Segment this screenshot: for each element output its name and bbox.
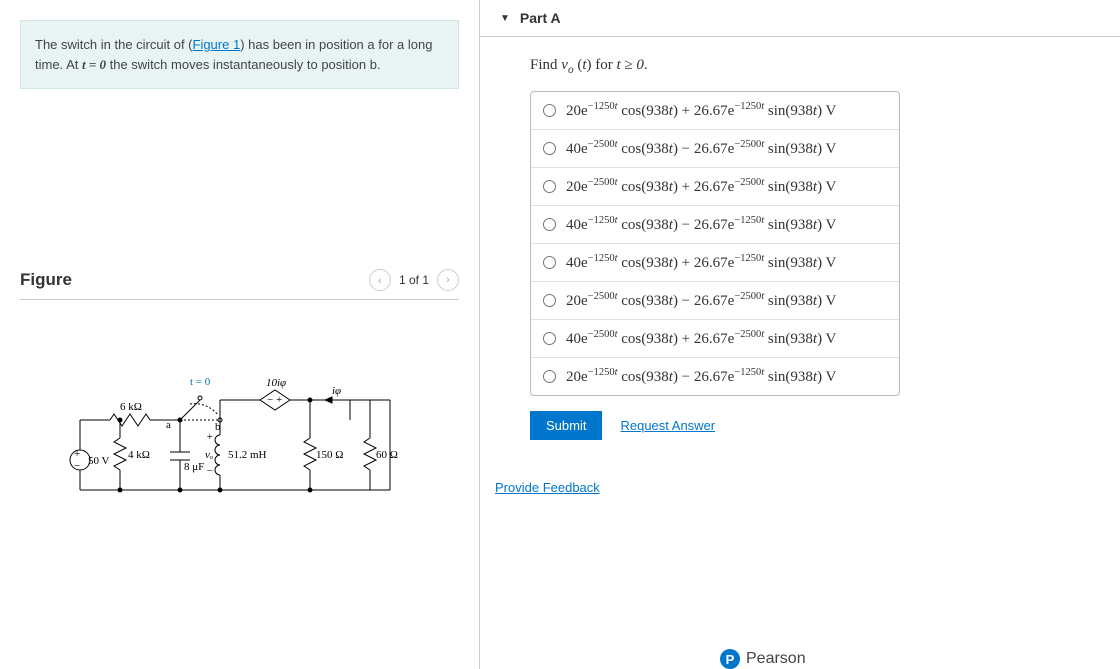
circuit-diagram: + − — [50, 370, 410, 510]
option-formula: 20e−2500t cos(938t) − 26.67e−2500t sin(9… — [566, 291, 836, 310]
collapse-icon: ▼ — [500, 13, 510, 24]
radio-input[interactable] — [543, 142, 556, 155]
svg-text:b: b — [215, 421, 221, 433]
svg-text:a: a — [166, 419, 171, 431]
svg-text:150 Ω: 150 Ω — [316, 449, 343, 461]
radio-input[interactable] — [543, 256, 556, 269]
svg-text:51.2 mH: 51.2 mH — [228, 449, 267, 461]
answer-option[interactable]: 20e−1250t cos(938t) + 26.67e−1250t sin(9… — [531, 92, 899, 130]
problem-pre: The switch in the circuit of ( — [35, 37, 193, 52]
answer-option[interactable]: 40e−2500t cos(938t) − 26.67e−2500t sin(9… — [531, 130, 899, 168]
problem-tail: the switch moves instantaneously to posi… — [106, 57, 381, 72]
part-header[interactable]: ▼ Part A — [480, 0, 1120, 37]
figure-link[interactable]: Figure 1 — [193, 37, 241, 52]
radio-input[interactable] — [543, 294, 556, 307]
question-text: Find vo (t) for t ≥ 0. — [530, 57, 1090, 76]
answer-options: 20e−1250t cos(938t) + 26.67e−1250t sin(9… — [530, 91, 900, 396]
svg-text:vₒ: vₒ — [205, 449, 213, 461]
svg-text:+: + — [206, 431, 213, 443]
submit-button[interactable]: Submit — [530, 411, 602, 440]
svg-text:−: − — [74, 460, 80, 472]
option-formula: 40e−2500t cos(938t) − 26.67e−2500t sin(9… — [566, 139, 836, 158]
answer-option[interactable]: 40e−1250t cos(938t) − 26.67e−1250t sin(9… — [531, 206, 899, 244]
request-answer-link[interactable]: Request Answer — [620, 418, 715, 433]
option-formula: 40e−1250t cos(938t) + 26.67e−1250t sin(9… — [566, 253, 836, 272]
svg-text:8 μF: 8 μF — [184, 461, 204, 473]
svg-text:10iφ: 10iφ — [266, 377, 286, 389]
divider — [20, 299, 459, 300]
pearson-footer: P Pearson — [720, 649, 806, 669]
svg-text:+: + — [74, 448, 80, 460]
problem-math: t = 0 — [82, 57, 106, 72]
svg-text:60 Ω: 60 Ω — [376, 449, 398, 461]
figure-heading: Figure — [20, 270, 72, 290]
svg-text:50 V: 50 V — [88, 455, 110, 467]
pearson-brand: Pearson — [746, 650, 806, 668]
figure-pager: 1 of 1 — [399, 273, 429, 287]
problem-statement: The switch in the circuit of (Figure 1) … — [20, 20, 459, 89]
option-formula: 40e−2500t cos(938t) + 26.67e−2500t sin(9… — [566, 329, 836, 348]
svg-text:iφ: iφ — [332, 385, 341, 397]
answer-option[interactable]: 20e−2500t cos(938t) − 26.67e−2500t sin(9… — [531, 282, 899, 320]
option-formula: 40e−1250t cos(938t) − 26.67e−1250t sin(9… — [566, 215, 836, 234]
svg-text:4 kΩ: 4 kΩ — [128, 449, 150, 461]
figure-viewport[interactable]: + − — [20, 310, 459, 610]
answer-option[interactable]: 20e−2500t cos(938t) + 26.67e−2500t sin(9… — [531, 168, 899, 206]
svg-text:− +: − + — [267, 394, 282, 406]
option-formula: 20e−1250t cos(938t) − 26.67e−1250t sin(9… — [566, 367, 836, 386]
radio-input[interactable] — [543, 370, 556, 383]
radio-input[interactable] — [543, 332, 556, 345]
answer-option[interactable]: 40e−2500t cos(938t) + 26.67e−2500t sin(9… — [531, 320, 899, 358]
part-title: Part A — [520, 10, 561, 26]
answer-option[interactable]: 20e−1250t cos(938t) − 26.67e−1250t sin(9… — [531, 358, 899, 395]
figure-next-button[interactable]: › — [437, 269, 459, 291]
option-formula: 20e−1250t cos(938t) + 26.67e−1250t sin(9… — [566, 101, 836, 120]
provide-feedback-link[interactable]: Provide Feedback — [495, 480, 600, 495]
pearson-logo-icon: P — [720, 649, 740, 669]
figure-prev-button[interactable]: ‹ — [369, 269, 391, 291]
svg-text:t = 0: t = 0 — [190, 376, 211, 388]
svg-text:−: − — [206, 465, 213, 477]
answer-option[interactable]: 40e−1250t cos(938t) + 26.67e−1250t sin(9… — [531, 244, 899, 282]
svg-text:6 kΩ: 6 kΩ — [120, 401, 142, 413]
radio-input[interactable] — [543, 180, 556, 193]
option-formula: 20e−2500t cos(938t) + 26.67e−2500t sin(9… — [566, 177, 836, 196]
radio-input[interactable] — [543, 218, 556, 231]
radio-input[interactable] — [543, 104, 556, 117]
